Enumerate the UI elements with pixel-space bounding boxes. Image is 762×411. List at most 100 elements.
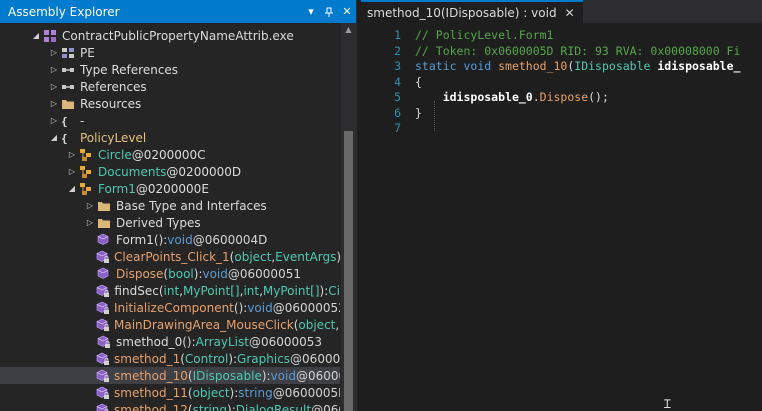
tree-node-token: @0200000C	[131, 147, 206, 162]
method-name: MainDrawingArea_MouseClick	[114, 317, 294, 332]
method-node[interactable]: Form1() : void @0600004D	[0, 231, 340, 248]
method-return-type: void	[167, 232, 193, 247]
svg-text:{ }: { }	[61, 115, 75, 128]
tree-node[interactable]: ◢ Form1 @0200000E	[0, 180, 340, 197]
code-line[interactable]: 6}	[361, 106, 762, 122]
collapsed-arrow-icon[interactable]: ▷	[48, 78, 60, 95]
method-icon	[96, 232, 112, 248]
tree-node[interactable]: ◢{ } PolicyLevel	[0, 129, 340, 146]
method-name: InitializeComponent	[114, 300, 234, 315]
tab-smethod-10[interactable]: smethod_10(IDisposable) : void ✕	[361, 0, 583, 23]
code-token: ();	[588, 90, 609, 104]
method-node[interactable]: smethod_1(Control) : Graphics @0600005	[0, 350, 340, 367]
private-method-icon	[96, 385, 110, 401]
tree-node[interactable]: ▷ Resources	[0, 95, 340, 112]
tree-node-label: Form1	[98, 181, 136, 196]
assembly-icon	[42, 28, 58, 44]
tree-node-token: @0200000E	[135, 181, 209, 196]
expanded-arrow-icon[interactable]: ◢	[66, 180, 78, 197]
code-token: static	[415, 59, 464, 73]
tree-node[interactable]: ▷ Documents @0200000D	[0, 163, 340, 180]
tree-node[interactable]: ▷ Circle @0200000C	[0, 146, 340, 163]
method-name: Form1	[116, 232, 154, 247]
code-line[interactable]: 4{	[361, 75, 762, 91]
private-method-icon	[96, 334, 112, 350]
method-node[interactable]: smethod_10(IDisposable) : void @0600005	[0, 367, 340, 384]
method-param: int	[243, 283, 260, 298]
code-line[interactable]: 5 idisposable_0.Dispose();	[361, 90, 762, 106]
method-return-type: Ci	[328, 283, 340, 298]
method-node[interactable]: MainDrawingArea_MouseClick(object, Mo	[0, 316, 340, 333]
method-node[interactable]: Dispose(bool) : void @06000051	[0, 265, 340, 282]
editor-tab-bar: smethod_10(IDisposable) : void ✕	[361, 0, 762, 23]
dropdown-icon[interactable]: ▾	[302, 0, 320, 23]
collapsed-arrow-icon[interactable]: ▷	[66, 146, 78, 163]
tree-node[interactable]: ▷ PE	[0, 44, 340, 61]
class-icon	[78, 181, 94, 197]
tree-node-label: Documents	[98, 164, 167, 179]
method-token: @0600005E	[272, 385, 340, 400]
method-node[interactable]: ClearPoints_Click_1(object, EventArgs) :…	[0, 248, 340, 265]
method-return-type: DialogResult	[235, 402, 312, 411]
code-text: // Token: 0x0600005D RID: 93 RVA: 0x0000…	[415, 44, 740, 60]
method-return-type: void	[202, 266, 228, 281]
method-node[interactable]: InitializeComponent() : void @06000052	[0, 299, 340, 316]
private-method-icon	[96, 249, 110, 265]
folder-icon	[96, 198, 112, 214]
tree-node[interactable]: ▷ Type References	[0, 61, 340, 78]
tree-node[interactable]: ◢ ContractPublicPropertyNameAttrib.exe	[0, 27, 340, 44]
assembly-tree[interactable]: ◢ ContractPublicPropertyNameAttrib.exe ▷ PE…	[0, 23, 340, 411]
code-token: // Token: 0x0600005D RID: 93 RVA: 0x0000…	[415, 43, 741, 58]
private-method-icon	[96, 351, 110, 367]
code-token: // PolicyLevel.Form1	[415, 28, 554, 42]
scroll-up-icon[interactable]: ▲	[341, 25, 356, 37]
close-icon[interactable]: ✕	[338, 0, 356, 23]
collapsed-arrow-icon[interactable]: ▷	[48, 61, 60, 78]
method-node[interactable]: smethod_0() : ArrayList @06000053	[0, 333, 340, 350]
method-name: Dispose	[116, 266, 164, 281]
tree-node[interactable]: ▷ References	[0, 78, 340, 95]
vertical-scrollbar[interactable]: ▲	[341, 23, 356, 411]
code-line[interactable]: 7	[361, 121, 762, 137]
code-line[interactable]: 3 static void smethod_10(IDisposable idis…	[361, 59, 762, 75]
collapsed-arrow-icon[interactable]: ▷	[48, 44, 60, 61]
code-token: idisposable_	[657, 59, 741, 73]
references-icon	[60, 79, 76, 95]
tree-node[interactable]: ▷ Base Type and Interfaces	[0, 197, 340, 214]
pe-icon	[60, 45, 76, 61]
code-view[interactable]: 1 // PolicyLevel.Form1 2 // Token: 0x060000…	[361, 23, 762, 411]
method-param: IDisposable	[192, 368, 262, 383]
method-param: string	[192, 402, 228, 411]
scrollbar-thumb[interactable]	[344, 131, 353, 411]
tree-node[interactable]: ▷{ }-	[0, 112, 340, 129]
code-line[interactable]: 1 // PolicyLevel.Form1	[361, 28, 762, 44]
method-param: EventArgs	[275, 249, 337, 264]
line-number: 1	[394, 28, 401, 42]
tree-node[interactable]: ▷ Derived Types	[0, 214, 340, 231]
line-number: 7	[394, 121, 401, 135]
method-param: object	[192, 385, 230, 400]
code-line[interactable]: 2 // Token: 0x0600005D RID: 93 RVA: 0x000…	[361, 44, 762, 60]
expanded-arrow-icon[interactable]: ◢	[48, 129, 60, 146]
expanded-arrow-icon[interactable]: ◢	[30, 27, 42, 44]
method-node[interactable]: smethod_11(object) : string @0600005E	[0, 384, 340, 401]
explorer-title: Assembly Explorer	[8, 4, 120, 19]
code-token: }	[415, 105, 422, 120]
method-name: smethod_1	[114, 351, 181, 366]
collapsed-arrow-icon[interactable]: ▷	[84, 214, 96, 231]
method-param: object	[298, 317, 336, 332]
code-token: idisposable_0	[442, 90, 533, 104]
method-node[interactable]: findSec(int, MyPoint[], int, MyPoint[]) …	[0, 282, 340, 299]
tab-close-icon[interactable]: ✕	[565, 6, 575, 20]
method-node[interactable]: smethod_12(string) : DialogResult @06000	[0, 401, 340, 411]
method-param: MyPoint[]	[262, 283, 320, 298]
collapsed-arrow-icon[interactable]: ▷	[66, 163, 78, 180]
collapsed-arrow-icon[interactable]: ▷	[48, 95, 60, 112]
collapsed-arrow-icon[interactable]: ▷	[84, 197, 96, 214]
collapsed-arrow-icon[interactable]: ▷	[48, 112, 60, 129]
pin-icon[interactable]	[320, 0, 338, 23]
tree-node-label: -	[80, 113, 85, 128]
method-return-type: void	[270, 368, 296, 383]
tree-node-label: Resources	[80, 96, 142, 111]
code-text: }	[415, 106, 422, 122]
